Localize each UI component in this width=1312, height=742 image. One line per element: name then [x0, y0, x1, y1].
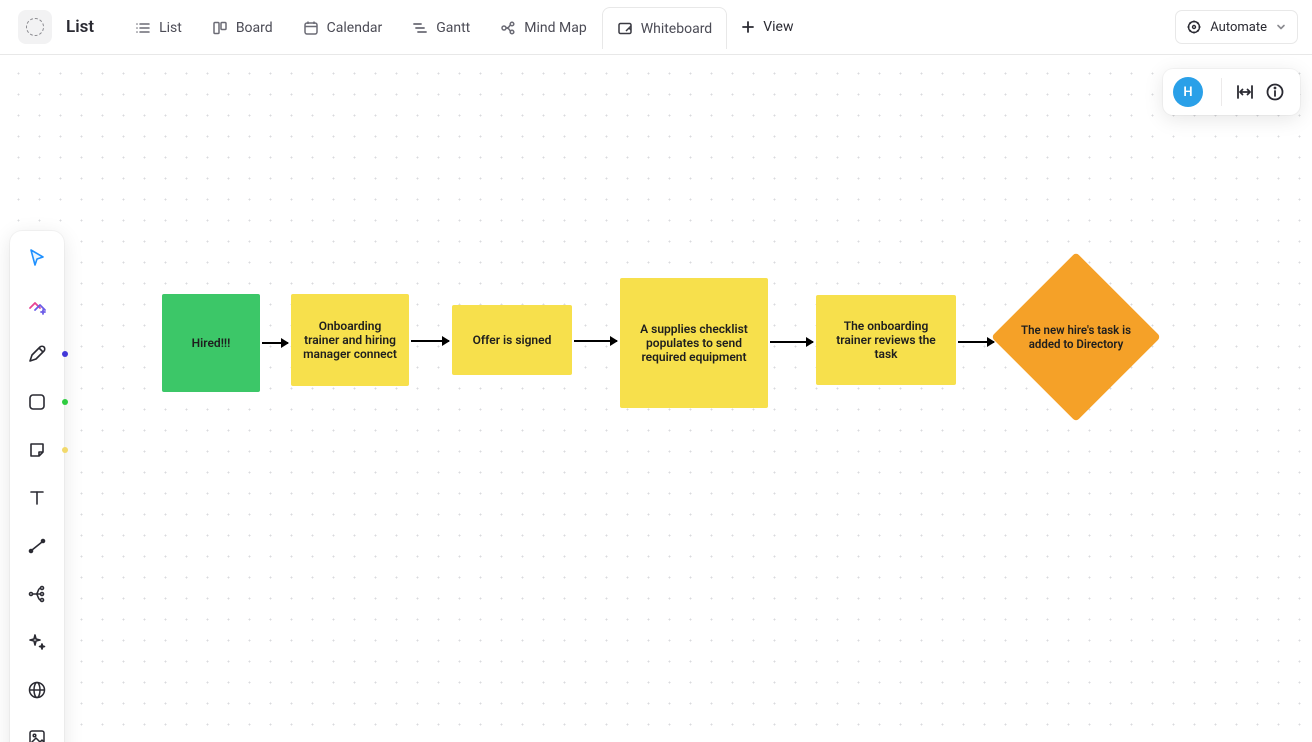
calendar-icon [303, 20, 319, 36]
tab-mindmap-label: Mind Map [524, 20, 586, 36]
tool-text[interactable] [20, 483, 54, 513]
whiteboard-canvas[interactable]: H Hired!!! Onboarding trainer and hiring… [0, 55, 1312, 742]
whiteboard-icon [617, 21, 633, 37]
list-icon [135, 20, 151, 36]
plus-icon [741, 20, 755, 34]
tab-whiteboard-label: Whiteboard [641, 21, 713, 37]
node-supplies-checklist-label: A supplies checklist populates to send r… [632, 322, 756, 364]
tab-mindmap[interactable]: Mind Map [485, 6, 601, 48]
presence-panel: H [1163, 69, 1300, 115]
arrow-4[interactable] [770, 341, 813, 343]
sticky-icon [28, 441, 46, 459]
tab-board[interactable]: Board [197, 6, 288, 48]
tool-sticky[interactable] [20, 435, 54, 465]
fit-width-button[interactable] [1230, 77, 1260, 107]
tool-image[interactable] [20, 723, 54, 742]
info-button[interactable] [1260, 77, 1290, 107]
node-trainer-reviews-label: The onboarding trainer reviews the task [828, 319, 944, 361]
node-directory[interactable]: The new hire's task is added to Director… [1016, 277, 1136, 397]
image-icon [27, 728, 47, 742]
branch-icon [27, 584, 47, 604]
view-tabs: List Board Calendar Gantt Mind Map White… [120, 6, 807, 48]
board-icon [212, 20, 228, 36]
pen-color-indicator [62, 351, 68, 357]
page-title: List [66, 17, 94, 37]
sparkle-icon [27, 632, 47, 652]
tab-calendar-label: Calendar [327, 20, 383, 36]
arrow-2[interactable] [411, 340, 449, 342]
tool-web[interactable] [20, 675, 54, 705]
tab-calendar[interactable]: Calendar [288, 6, 398, 48]
globe-icon [27, 680, 47, 700]
fit-width-icon [1235, 82, 1255, 102]
add-view-label: View [763, 19, 793, 35]
node-offer-signed-label: Offer is signed [473, 333, 552, 347]
node-directory-label: The new hire's task is added to Director… [1011, 323, 1141, 351]
info-icon [1265, 82, 1285, 102]
shape-color-indicator [62, 399, 68, 405]
shape-icon [28, 393, 46, 411]
page-icon[interactable] [18, 10, 52, 44]
chevron-down-icon [1275, 21, 1287, 33]
avatar-initial: H [1183, 85, 1192, 100]
tool-task[interactable] [20, 291, 54, 321]
arrow-3[interactable] [574, 340, 617, 342]
pen-icon [27, 344, 47, 364]
arrow-1[interactable] [262, 342, 288, 344]
cursor-icon [26, 247, 48, 269]
tab-board-label: Board [236, 20, 273, 36]
task-icon [26, 295, 48, 317]
arrow-5[interactable] [958, 341, 994, 343]
sticky-color-indicator [62, 447, 68, 453]
tool-select[interactable] [20, 243, 54, 273]
tool-connector[interactable] [20, 531, 54, 561]
avatar[interactable]: H [1173, 77, 1203, 107]
dashed-circle-icon [26, 18, 44, 36]
automate-icon [1186, 19, 1202, 35]
automate-button[interactable]: Automate [1175, 10, 1298, 44]
gantt-icon [412, 20, 428, 36]
tab-gantt-label: Gantt [436, 20, 470, 36]
add-view-button[interactable]: View [727, 6, 807, 48]
node-onboarding-connect[interactable]: Onboarding trainer and hiring manager co… [291, 294, 409, 386]
node-onboarding-connect-label: Onboarding trainer and hiring manager co… [303, 319, 397, 361]
node-supplies-checklist[interactable]: A supplies checklist populates to send r… [620, 278, 768, 408]
connector-icon [27, 536, 47, 556]
node-trainer-reviews[interactable]: The onboarding trainer reviews the task [816, 295, 956, 385]
automate-label: Automate [1210, 20, 1267, 35]
tool-pen[interactable] [20, 339, 54, 369]
tab-list[interactable]: List [120, 6, 197, 48]
node-offer-signed[interactable]: Offer is signed [452, 305, 572, 375]
tab-list-label: List [159, 20, 182, 36]
whiteboard-toolbar [10, 231, 64, 742]
text-icon [27, 488, 47, 508]
tool-shape[interactable] [20, 387, 54, 417]
node-hired-label: Hired!!! [192, 336, 231, 350]
node-hired[interactable]: Hired!!! [162, 294, 260, 392]
tab-gantt[interactable]: Gantt [397, 6, 485, 48]
separator [1221, 78, 1222, 106]
topbar: List List Board Calendar Gantt Mind Map … [0, 0, 1312, 55]
tool-ai[interactable] [20, 627, 54, 657]
tool-branch[interactable] [20, 579, 54, 609]
mindmap-icon [500, 20, 516, 36]
tab-whiteboard[interactable]: Whiteboard [602, 7, 728, 49]
